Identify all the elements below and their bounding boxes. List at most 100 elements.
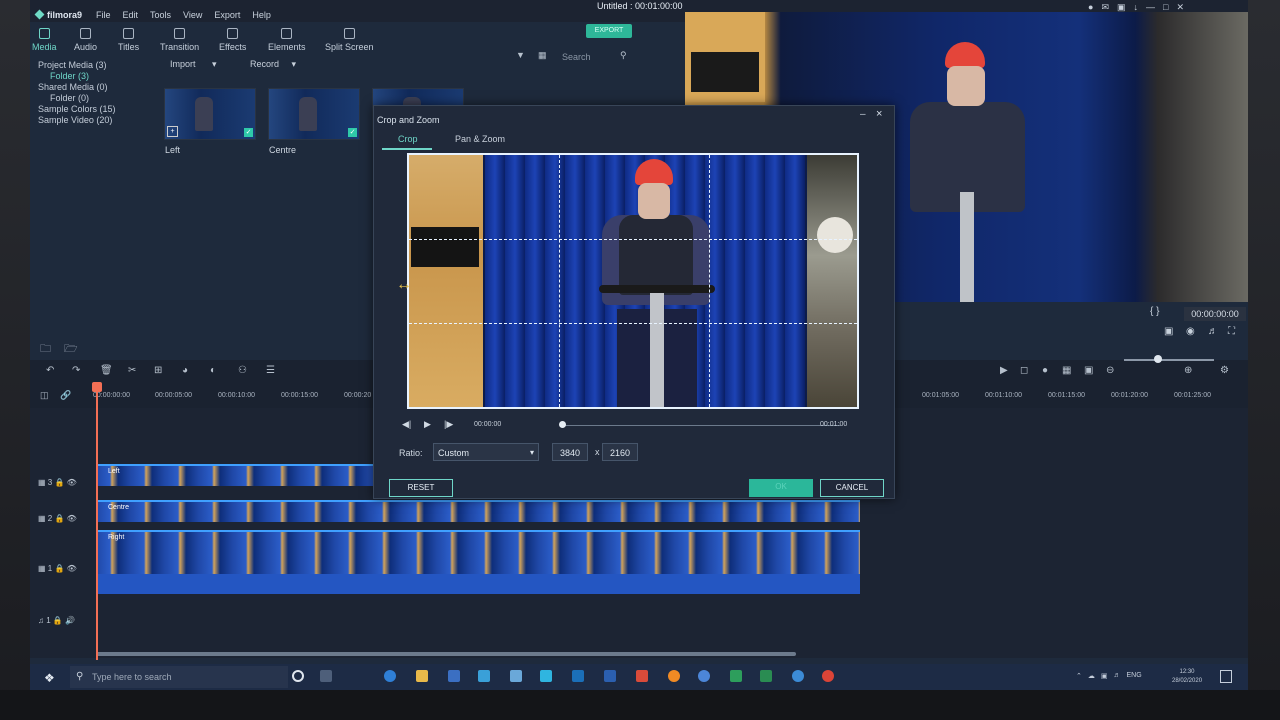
cortana-icon[interactable] <box>292 670 304 682</box>
audio-adjust-icon[interactable]: ☰ <box>266 365 275 376</box>
zoom-out-icon[interactable]: ⊖ <box>1106 365 1114 376</box>
file-explorer-icon[interactable] <box>416 670 428 682</box>
grid-view-icon[interactable]: ▦ <box>538 50 547 61</box>
excel-icon[interactable] <box>760 670 772 682</box>
settings-icon[interactable]: ⚙ <box>1220 365 1229 376</box>
shield-icon[interactable]: ◻ <box>1020 365 1028 376</box>
menu-view[interactable]: View <box>183 10 202 20</box>
delete-icon[interactable]: 🗑 <box>100 365 113 376</box>
clip-right-audio[interactable] <box>96 574 860 594</box>
search-input[interactable]: Search <box>562 52 591 62</box>
play-icon[interactable]: ▶ <box>424 419 431 430</box>
playback-scrubber[interactable] <box>564 425 840 426</box>
edge-icon[interactable] <box>384 670 396 682</box>
export-button[interactable]: EXPORT <box>586 24 632 38</box>
store-icon[interactable] <box>448 670 460 682</box>
tray-chevron-icon[interactable]: ⌃ <box>1076 672 1082 680</box>
scrubber-knob[interactable] <box>559 421 566 428</box>
minimize-icon[interactable]: – <box>860 109 866 120</box>
menu-help[interactable]: Help <box>252 10 271 20</box>
green-app-icon[interactable] <box>730 670 742 682</box>
color-icon[interactable]: ◐ <box>210 365 216 376</box>
taskbar-clock[interactable]: 12:30 28/02/2020 <box>1172 668 1202 686</box>
brackets-icon[interactable]: { } <box>1150 306 1159 317</box>
reset-button[interactable]: RESET <box>389 479 453 497</box>
app-icon[interactable] <box>510 670 522 682</box>
add-icon[interactable]: + <box>167 126 178 137</box>
ok-button[interactable]: OK <box>749 479 813 497</box>
windows-start-icon[interactable]: ❖ <box>44 671 55 685</box>
ratio-select[interactable]: Custom ▾ <box>433 443 539 461</box>
firefox-icon[interactable] <box>668 670 680 682</box>
arrow-app-icon[interactable] <box>572 670 584 682</box>
tray-language[interactable]: ENG <box>1127 672 1142 680</box>
zoom-slider-knob[interactable] <box>1154 355 1162 363</box>
camera-icon[interactable]: ◉ <box>1186 326 1195 337</box>
tab-media[interactable]: Media <box>32 28 57 52</box>
media-thumb-centre[interactable]: ✓ <box>268 88 360 140</box>
voiceover-icon[interactable]: ▣ <box>1084 365 1093 376</box>
menu-edit[interactable]: Edit <box>123 10 139 20</box>
clip-left[interactable]: Left <box>96 464 376 486</box>
step-back-icon[interactable]: ◀| <box>402 419 411 430</box>
zoom-slider[interactable] <box>1124 359 1214 361</box>
redo-icon[interactable]: ↷ <box>72 365 80 376</box>
zoom-in-icon[interactable]: ⊕ <box>1184 365 1192 376</box>
word-icon[interactable] <box>604 670 616 682</box>
render-icon[interactable]: ▶ <box>1000 365 1008 376</box>
filter-icon[interactable]: ▼ <box>516 50 525 60</box>
import-dropdown[interactable]: Import ▾ <box>170 59 217 70</box>
sidebar-item-shared-folder[interactable]: Folder (0) <box>50 93 89 103</box>
new-folder-icon[interactable]: 🗁 <box>64 340 78 359</box>
notification-icon[interactable] <box>1220 670 1232 683</box>
width-input[interactable]: 3840 <box>552 443 588 461</box>
menu-export[interactable]: Export <box>214 10 240 20</box>
mic-icon[interactable]: ● <box>1042 365 1048 376</box>
sidebar-item-sample-colors[interactable]: Sample Colors (15) <box>38 104 116 114</box>
mail-icon[interactable] <box>478 670 490 682</box>
tab-audio[interactable]: Audio <box>74 28 97 52</box>
fullscreen-icon[interactable]: ⛶ <box>1228 326 1235 337</box>
add-folder-icon[interactable]: 🗀 <box>40 340 51 359</box>
office-icon[interactable] <box>636 670 648 682</box>
link-icon[interactable]: 🔗 <box>60 390 71 401</box>
tab-crop[interactable]: Crop <box>398 134 418 144</box>
sidebar-item-shared-media[interactable]: Shared Media (0) <box>38 82 108 92</box>
task-view-icon[interactable] <box>320 670 332 682</box>
record-dropdown[interactable]: Record ▾ <box>250 59 296 70</box>
blue-app-icon[interactable] <box>792 670 804 682</box>
tab-transition[interactable]: Transition <box>160 28 199 52</box>
clip-right[interactable]: Right <box>96 530 860 576</box>
playhead[interactable] <box>96 384 98 660</box>
tab-effects[interactable]: Effects <box>219 28 246 52</box>
tab-split-screen[interactable]: Split Screen <box>325 28 374 52</box>
taskbar-search[interactable]: ⚲ Type here to search <box>70 666 288 688</box>
sidebar-item-project-media[interactable]: Project Media (3) <box>38 60 107 70</box>
tray-volume-icon[interactable]: ♬ <box>1114 672 1121 680</box>
tab-titles[interactable]: Titles <box>118 28 139 52</box>
chrome-icon[interactable] <box>822 670 834 682</box>
search-icon[interactable]: ⚲ <box>620 50 627 61</box>
crop-icon[interactable]: ⊞ <box>154 365 162 376</box>
sidebar-item-sample-video[interactable]: Sample Video (20) <box>38 115 112 125</box>
monitor-icon[interactable]: ▣ <box>1164 326 1173 337</box>
crop-rectangle[interactable] <box>407 153 859 409</box>
skype-icon[interactable] <box>540 670 552 682</box>
add-track-icon[interactable]: ◫ <box>40 390 49 401</box>
cancel-button[interactable]: CANCEL <box>820 479 884 497</box>
menu-tools[interactable]: Tools <box>150 10 171 20</box>
close-icon[interactable]: × <box>876 108 882 120</box>
marker-icon[interactable]: ⚇ <box>238 365 247 376</box>
mixer-icon[interactable]: ▦ <box>1062 365 1071 376</box>
menu-file[interactable]: File <box>96 10 111 20</box>
tab-pan-zoom[interactable]: Pan & Zoom <box>455 134 505 144</box>
tray-network-icon[interactable]: ▣ <box>1101 672 1108 680</box>
circle-app-icon[interactable] <box>698 670 710 682</box>
speed-icon[interactable]: ◕ <box>182 365 188 376</box>
cut-icon[interactable]: ✂ <box>128 365 136 376</box>
tray-cloud-icon[interactable]: ☁ <box>1088 672 1095 680</box>
media-thumb-left[interactable]: + ✓ <box>164 88 256 140</box>
timeline-scrollbar[interactable] <box>96 652 796 656</box>
volume-icon[interactable]: ♬ <box>1208 326 1218 337</box>
resize-cursor-icon[interactable]: ↔ <box>396 276 412 294</box>
